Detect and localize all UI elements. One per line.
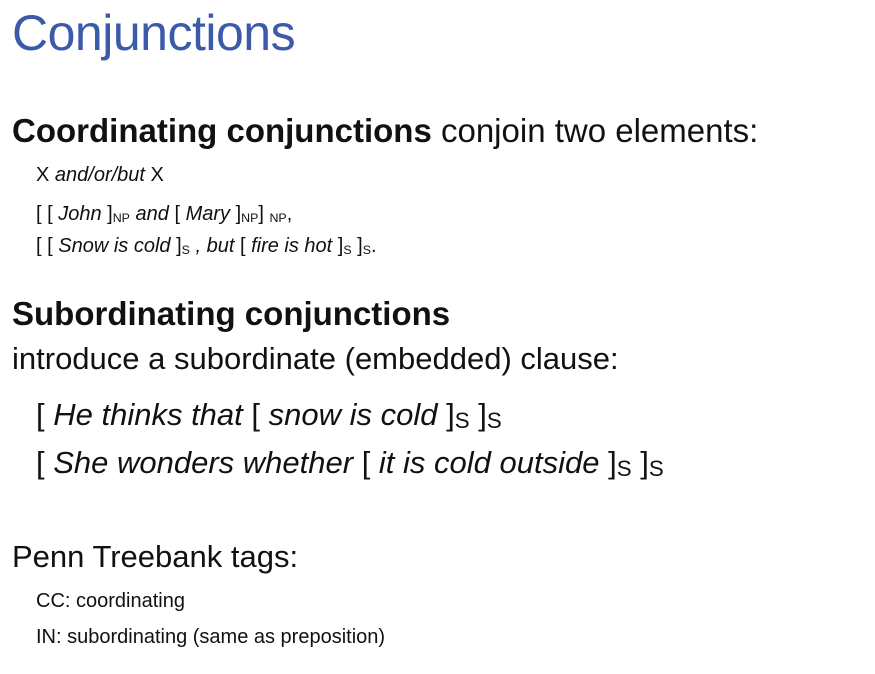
bracket-close: ] [351,235,363,257]
example-clause: it is cold outside [378,445,600,480]
bracket-open: [ [353,445,379,480]
pattern-conj: and/or/but [54,164,145,186]
bracket-open: [ [ [36,235,59,257]
subordinating-description: introduce a subordinate (embedded) claus… [12,341,619,376]
phrase-tag: S [362,243,371,258]
coordinating-heading-bold: Coordinating conjunctions [12,112,432,149]
phrase-tag: NP [112,211,130,226]
bracket-open: [ [36,397,54,432]
punctuation: , [286,203,293,225]
pattern-x1: X [36,164,55,186]
punctuation: . [371,235,377,257]
bracket-close: ] [101,203,113,225]
subordinating-example-2: [ She wonders whether [ it is cold outsi… [36,445,664,481]
coordinating-heading-rest: conjoin two elements: [431,112,759,149]
bracket-open: [ [239,235,252,257]
bracket-close: ] [599,445,617,480]
example-clause: snow is cold [268,397,438,432]
bracket-close: ] [332,235,344,257]
bracket-open: [ [251,397,269,432]
slide: Conjunctions Coordinating conjunctions c… [0,0,875,674]
bracket-close: ] [469,397,487,432]
coordinating-pattern: X and/or/but X [36,164,164,186]
example-word: John [58,203,102,225]
example-clause: fire is hot [251,235,333,257]
phrase-tag: S [181,243,190,258]
bracket-close: ] [258,203,270,225]
coordinating-example-1: [ [ John ]NP and [ Mary ]NP] NP, [36,203,292,225]
phrase-tag: S [454,407,470,433]
coordinating-heading: Coordinating conjunctions conjoin two el… [12,112,759,149]
example-clause: Snow is cold [58,235,171,257]
bracket-open: [ [174,203,186,225]
subordinating-heading: Subordinating conjunctions [12,295,451,332]
bracket-close: ] [437,397,455,432]
bracket-open: [ [ [36,203,59,225]
example-conj: , but [189,235,240,257]
penn-tag-in: IN: subordinating (same as preposition) [36,626,386,648]
example-main-clause: He thinks that [53,397,252,432]
bracket-close: ] [230,203,242,225]
bracket-close: ] [631,445,649,480]
phrase-tag: S [648,455,664,481]
pattern-x2: X [144,164,164,186]
bracket-close: ] [170,235,182,257]
example-conj: and [129,203,175,225]
subordinating-example-1: [ He thinks that [ snow is cold ]S ]S [36,397,502,433]
penn-tag-cc: CC: coordinating [36,590,185,612]
phrase-tag: S [616,455,632,481]
phrase-tag: NP [269,211,287,226]
phrase-tag: S [343,243,352,258]
coordinating-example-2: [ [ Snow is cold ]S , but [ fire is hot … [36,235,377,257]
penn-treebank-heading: Penn Treebank tags: [12,539,299,574]
phrase-tag: S [486,407,502,433]
example-word: Mary [185,203,231,225]
phrase-tag: NP [241,211,259,226]
example-main-clause: She wonders whether [53,445,354,480]
slide-title: Conjunctions [12,5,296,61]
bracket-open: [ [36,445,54,480]
